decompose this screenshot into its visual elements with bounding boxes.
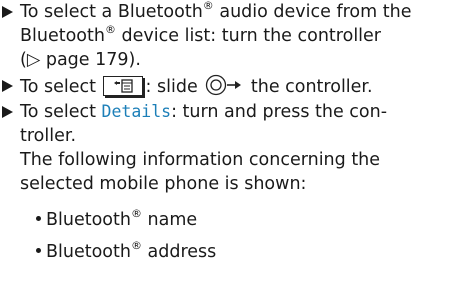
step-1: To select a Bluetooth® audio device from… bbox=[0, 0, 460, 72]
controller-slide-right-icon bbox=[205, 74, 243, 103]
step-marker-icon bbox=[2, 106, 13, 118]
list-item: Bluetooth® address bbox=[36, 240, 216, 264]
step-marker-icon bbox=[2, 80, 13, 92]
step-3-line-4: selected mobile phone is shown: bbox=[20, 174, 307, 194]
bullet-icon bbox=[36, 216, 41, 221]
step-3-line-2: troller. bbox=[20, 126, 77, 146]
step-marker-icon bbox=[2, 6, 13, 18]
bullet-icon bbox=[36, 248, 41, 253]
step-2: To select : slide the controller. bbox=[0, 74, 460, 103]
step-1-line-2: Bluetooth® device list: turn the control… bbox=[20, 23, 381, 46]
step-3-line-3: The following information concerning the bbox=[20, 150, 381, 170]
step-1-line-3: (▷ page 179). bbox=[20, 50, 141, 70]
menu-button-icon bbox=[102, 76, 143, 96]
step-3-line-1: To select Details: turn and press the co… bbox=[20, 102, 388, 122]
step-1-line-1: To select a Bluetooth® audio device from… bbox=[20, 0, 412, 22]
menu-item-details: Details bbox=[101, 102, 172, 121]
step-3: To select Details: turn and press the co… bbox=[0, 100, 460, 196]
list-item: Bluetooth® name bbox=[36, 208, 197, 232]
instruction-page: To select a Bluetooth® audio device from… bbox=[0, 0, 462, 286]
step-2-line-1: To select : slide the controller. bbox=[20, 74, 460, 103]
